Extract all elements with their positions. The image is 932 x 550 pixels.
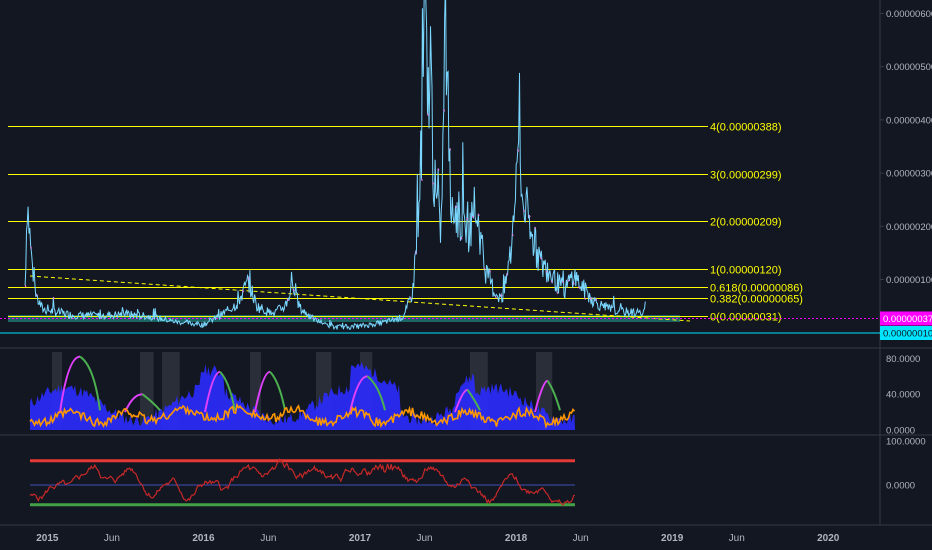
fib-level-label: 0(0.00000031): [710, 312, 782, 324]
x-tick-label: Jun: [416, 533, 432, 544]
fib-level-label: 2(0.00000209): [710, 217, 782, 229]
price-tick-label: 0.00000200: [886, 222, 932, 233]
fib-level-label: 0.382(0.00000065): [710, 294, 803, 306]
chart-canvas[interactable]: 4(0.00000388) 3(0.00000299) 2(0.00000209) 1…: [0, 0, 932, 550]
x-tick-label: Jun: [729, 533, 745, 544]
stochastic-tick-label: 0.0000: [886, 481, 915, 492]
fib-level-label: 3(0.00000299): [710, 170, 782, 182]
support-price-label: 0.00000010: [883, 329, 932, 340]
x-tick-label: 2020: [817, 533, 840, 544]
price-tick-label: 0.00000100: [886, 275, 932, 286]
price-tick-label: 0.00000600: [886, 9, 932, 20]
oscillator-tick-label: 40.0000: [886, 390, 920, 401]
price-tick-label: 0.00000300: [886, 169, 932, 180]
fib-level-label: 4(0.00000388): [710, 122, 782, 134]
x-tick-label: Jun: [260, 533, 276, 544]
chart-background: [0, 0, 932, 550]
x-tick-label: 2017: [349, 533, 372, 544]
x-tick-label: 2018: [505, 533, 528, 544]
oscillator-tick-label: 80.0000: [886, 354, 920, 365]
price-tick-label: 0.00000500: [886, 62, 932, 73]
x-tick-label: 2016: [192, 533, 215, 544]
stochastic-tick-label: 100.0000: [886, 437, 926, 448]
oscillator-tick-label: 0.0000: [886, 426, 915, 437]
x-tick-label: Jun: [573, 533, 589, 544]
x-tick-label: Jun: [104, 533, 120, 544]
current-price-label: 0.00000037: [883, 314, 932, 325]
x-tick-label: 2019: [661, 533, 684, 544]
price-tick-label: 0.00000400: [886, 115, 932, 126]
fib-level-label: 1(0.00000120): [710, 265, 782, 277]
x-tick-label: 2015: [36, 533, 59, 544]
